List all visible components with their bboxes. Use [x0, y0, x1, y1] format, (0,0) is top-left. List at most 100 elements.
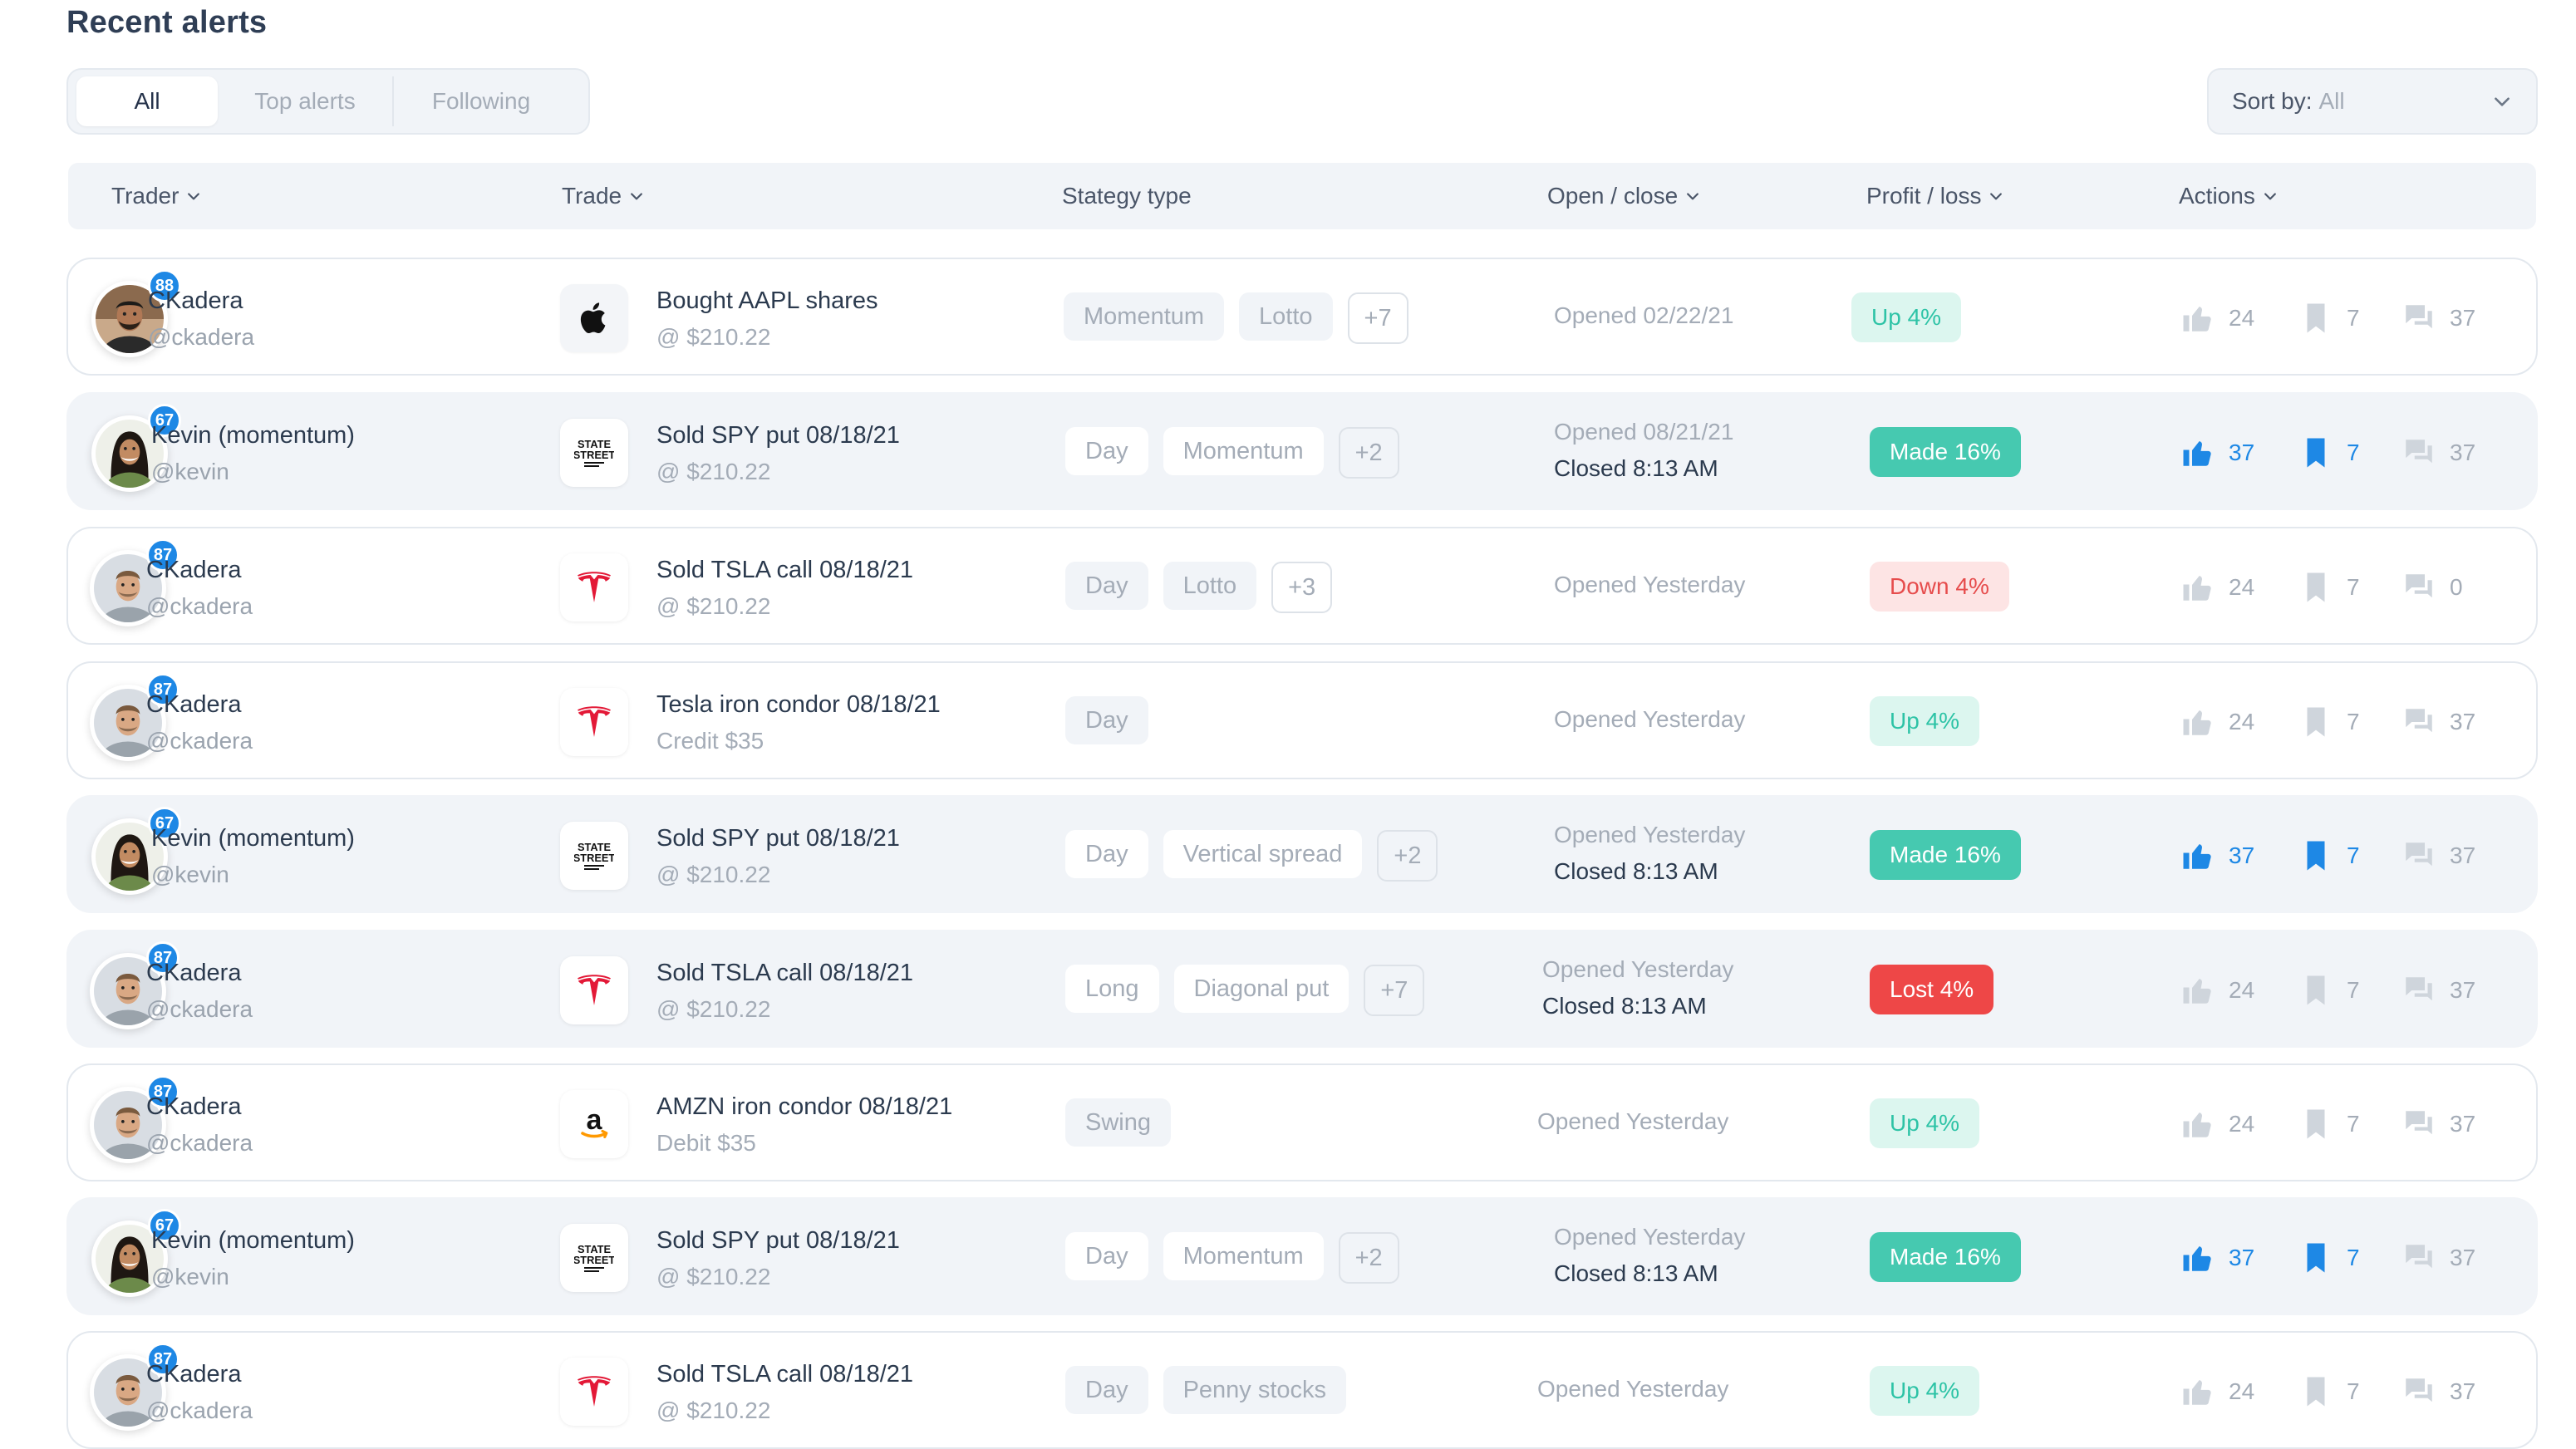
like-button[interactable]: 37 [2180, 837, 2254, 875]
trader-handle[interactable]: @ckadera [146, 996, 253, 1023]
column-open-close[interactable]: Open / close [1547, 163, 1701, 229]
strategy-tag[interactable]: Long [1065, 965, 1159, 1013]
more-tags-button[interactable]: +2 [1338, 1232, 1399, 1284]
trade-title[interactable]: Sold SPY put 08/18/21 [656, 1227, 900, 1255]
strategy-tag[interactable]: Day [1065, 562, 1148, 610]
tab-all[interactable]: All [76, 76, 218, 126]
trade-title[interactable]: Sold SPY put 08/18/21 [656, 825, 900, 852]
like-button[interactable]: 24 [2180, 1105, 2254, 1143]
strategy-tags: Day Penny stocks [1065, 1366, 1347, 1416]
bookmark-button[interactable]: 7 [2298, 971, 2360, 1009]
trader-handle[interactable]: @kevin [151, 862, 229, 888]
trade-title[interactable]: AMZN iron condor 08/18/21 [656, 1093, 952, 1121]
like-button[interactable]: 24 [2180, 703, 2254, 741]
more-tags-button[interactable]: +3 [1271, 562, 1333, 613]
more-tags-button[interactable]: +7 [1347, 292, 1408, 344]
strategy-tag[interactable]: Vertical spread [1163, 830, 1363, 878]
comments-button[interactable]: 37 [2401, 1373, 2475, 1411]
tab-top-alerts[interactable]: Top alerts [218, 76, 394, 126]
trader-handle[interactable]: @kevin [151, 1264, 229, 1290]
strategy-tag[interactable]: Momentum [1163, 1232, 1324, 1280]
bookmark-button[interactable]: 7 [2298, 568, 2360, 607]
strategy-tag[interactable]: Momentum [1064, 292, 1225, 341]
strategy-tag[interactable]: Day [1065, 696, 1148, 744]
like-button[interactable]: 24 [2180, 1373, 2254, 1411]
trade-title[interactable]: Tesla iron condor 08/18/21 [656, 691, 941, 719]
trader-handle[interactable]: @ckadera [146, 1397, 253, 1424]
trader-name[interactable]: Kevin (momentum) [151, 825, 355, 852]
comments-button[interactable]: 37 [2401, 837, 2475, 875]
more-tags-button[interactable]: +7 [1364, 965, 1425, 1016]
trader-handle[interactable]: @kevin [151, 459, 229, 485]
strategy-tag[interactable]: Momentum [1163, 427, 1324, 475]
trader-handle[interactable]: @ckadera [146, 593, 253, 620]
trader-name[interactable]: Kevin (momentum) [151, 1227, 355, 1255]
comments-button[interactable]: 37 [2401, 299, 2475, 337]
table-row[interactable]: 87 CKadera @ckadera Sold TSLA call 08/18/21… [66, 1331, 2538, 1449]
trade-title[interactable]: Sold SPY put 08/18/21 [656, 422, 900, 449]
bookmark-button[interactable]: 7 [2298, 1373, 2360, 1411]
strategy-tag[interactable]: Lotto [1163, 562, 1257, 610]
profit-loss-badge: Up 4% [1870, 696, 1980, 746]
trade-title[interactable]: Sold TSLA call 08/18/21 [656, 960, 913, 987]
bookmark-button[interactable]: 7 [2298, 434, 2360, 472]
more-tags-button[interactable]: +2 [1377, 830, 1438, 882]
strategy-tag[interactable]: Lotto [1239, 292, 1333, 341]
strategy-tag[interactable]: Day [1065, 830, 1148, 878]
bookmark-button[interactable]: 7 [2298, 299, 2360, 337]
comments-button[interactable]: 37 [2401, 703, 2475, 741]
trader-handle[interactable]: @ckadera [146, 728, 253, 754]
bookmark-count: 7 [2347, 842, 2360, 868]
thumbs-up-icon [2183, 307, 2211, 332]
strategy-tag[interactable]: Day [1065, 1232, 1148, 1280]
strategy-tag[interactable]: Day [1065, 427, 1148, 475]
table-row[interactable]: 87 CKadera @ckadera a AMZN iron condor 08/18… [66, 1063, 2538, 1181]
column-trader[interactable]: Trader [111, 163, 202, 229]
trader-handle[interactable]: @ckadera [148, 324, 254, 351]
trader-name[interactable]: Kevin (momentum) [151, 422, 355, 449]
more-tags-button[interactable]: +2 [1338, 427, 1399, 479]
trader-handle[interactable]: @ckadera [146, 1130, 253, 1157]
comments-button[interactable]: 37 [2401, 1239, 2475, 1277]
like-button[interactable]: 37 [2180, 434, 2254, 472]
trader-name[interactable]: CKadera [146, 1361, 241, 1388]
comments-button[interactable]: 37 [2401, 434, 2475, 472]
strategy-tag[interactable]: Swing [1065, 1098, 1171, 1147]
comments-button[interactable]: 0 [2401, 568, 2463, 607]
bookmark-button[interactable]: 7 [2298, 1105, 2360, 1143]
bookmark-button[interactable]: 7 [2298, 837, 2360, 875]
table-row[interactable]: 67 Kevin (momentum) @kevin STATE STREET Sold … [66, 1197, 2538, 1315]
bookmark-icon [2307, 841, 2325, 871]
trade-title[interactable]: Sold TSLA call 08/18/21 [656, 1361, 913, 1388]
strategy-tag[interactable]: Diagonal put [1173, 965, 1349, 1013]
like-button[interactable]: 24 [2180, 299, 2254, 337]
column-actions[interactable]: Actions [2179, 163, 2279, 229]
like-button[interactable]: 24 [2180, 568, 2254, 607]
table-row[interactable]: 67 Kevin (momentum) @kevin STATE STREET Sold … [66, 795, 2538, 913]
table-row[interactable]: 88 CKadera @ckadera Bought AAPL shares @ $21… [66, 258, 2538, 376]
trader-name[interactable]: CKadera [146, 557, 241, 584]
trader-name[interactable]: CKadera [148, 287, 243, 315]
sort-dropdown[interactable]: Sort by: All [2207, 68, 2538, 135]
trade-title[interactable]: Bought AAPL shares [656, 287, 878, 315]
bookmark-button[interactable]: 7 [2298, 703, 2360, 741]
table-row[interactable]: 87 CKadera @ckadera Sold TSLA call 08/18/21… [66, 527, 2538, 645]
comments-button[interactable]: 37 [2401, 971, 2475, 1009]
table-row[interactable]: 87 CKadera @ckadera Tesla iron condor 08/18… [66, 661, 2538, 779]
trader-name[interactable]: CKadera [146, 960, 241, 987]
like-button[interactable]: 24 [2180, 971, 2254, 1009]
column-trade[interactable]: Trade [562, 163, 645, 229]
table-row[interactable]: 67 Kevin (momentum) @kevin STATE STREET Sold … [66, 392, 2538, 510]
column-profit-loss[interactable]: Profit / loss [1866, 163, 2004, 229]
strategy-tag[interactable]: Penny stocks [1163, 1366, 1347, 1414]
trader-name[interactable]: CKadera [146, 691, 241, 719]
comments-button[interactable]: 37 [2401, 1105, 2475, 1143]
strategy-tag[interactable]: Day [1065, 1366, 1148, 1414]
tab-following[interactable]: Following [394, 76, 568, 126]
trader-name[interactable]: CKadera [146, 1093, 241, 1121]
thumbs-up-icon [2183, 844, 2211, 869]
like-button[interactable]: 37 [2180, 1239, 2254, 1277]
trade-title[interactable]: Sold TSLA call 08/18/21 [656, 557, 913, 584]
table-row[interactable]: 87 CKadera @ckadera Sold TSLA call 08/18/21… [66, 930, 2538, 1048]
bookmark-button[interactable]: 7 [2298, 1239, 2360, 1277]
